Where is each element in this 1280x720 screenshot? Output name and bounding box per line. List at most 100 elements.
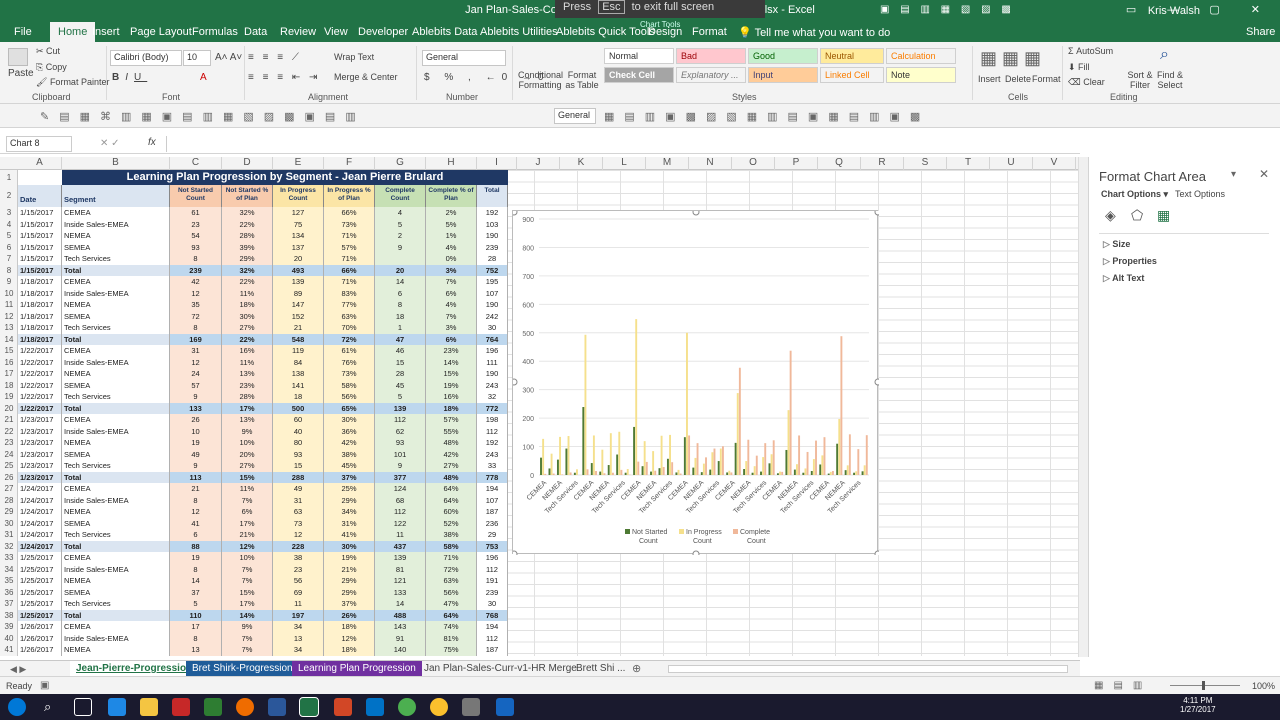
chart-bar[interactable] <box>573 472 576 475</box>
table-cell[interactable]: 38% <box>426 529 477 541</box>
table-cell[interactable]: 26 <box>170 414 222 426</box>
table-cell[interactable]: 239 <box>477 586 508 598</box>
app-icon-red[interactable] <box>172 698 190 716</box>
table-cell[interactable]: 71% <box>324 253 375 265</box>
table-cell[interactable]: 34% <box>324 506 375 518</box>
table-cell[interactable]: 73 <box>273 517 324 529</box>
table-cell[interactable]: SEMEA <box>62 517 170 529</box>
table-cell[interactable]: 46 <box>375 345 426 357</box>
row-header[interactable]: 3 <box>0 207 18 219</box>
tab-home[interactable]: Home <box>50 22 96 42</box>
table-cell[interactable]: 27% <box>426 460 477 472</box>
table-cell[interactable]: 63% <box>426 575 477 587</box>
table-cell[interactable]: Total <box>62 540 170 552</box>
table-cell[interactable]: 192 <box>477 437 508 449</box>
table-cell[interactable]: 66% <box>324 207 375 219</box>
column-header-r[interactable]: R <box>861 157 904 170</box>
row-header[interactable]: 16 <box>0 357 18 369</box>
tab-format[interactable]: Format <box>692 26 727 38</box>
table-cell[interactable]: 81 <box>375 563 426 575</box>
horizontal-scrollbar[interactable] <box>668 665 1068 673</box>
chart-bar[interactable] <box>734 442 737 475</box>
table-cell[interactable]: 1/23/2017 <box>18 448 62 460</box>
row-header[interactable]: 36 <box>0 587 18 599</box>
chart-bar[interactable] <box>768 463 771 475</box>
table-cell[interactable]: 58% <box>426 540 477 552</box>
chart-bar[interactable] <box>576 469 578 475</box>
table-cell[interactable]: 8 <box>375 299 426 311</box>
chart-bar[interactable] <box>654 470 657 475</box>
column-header-h[interactable]: H <box>426 157 477 170</box>
column-header-e[interactable]: E <box>273 157 324 170</box>
table-cell[interactable]: 112 <box>477 563 508 575</box>
table-cell[interactable]: 42 <box>170 276 222 288</box>
column-header-u[interactable]: U <box>990 157 1033 170</box>
chart-bar[interactable] <box>728 470 731 475</box>
row-header[interactable]: 40 <box>0 633 18 645</box>
column-header-n[interactable]: N <box>689 157 732 170</box>
table-cell[interactable]: 1/22/2017 <box>18 402 62 414</box>
chart-bar[interactable] <box>829 471 832 475</box>
table-cell[interactable]: 6 <box>375 287 426 299</box>
table-cell[interactable]: 110 <box>170 609 222 621</box>
chart-bar[interactable] <box>658 468 661 475</box>
table-cell[interactable]: 71% <box>426 552 477 564</box>
table-cell[interactable]: 1/15/2017 <box>18 264 62 276</box>
table-cell[interactable]: 1/15/2017 <box>18 230 62 242</box>
column-header-c[interactable]: C <box>170 157 222 170</box>
table-cell[interactable]: 191 <box>477 575 508 587</box>
table-cell[interactable]: 12 <box>170 506 222 518</box>
table-cell[interactable]: Total <box>62 471 170 483</box>
table-cell[interactable]: 1/26/2017 <box>18 644 62 656</box>
table-cell[interactable]: 17 <box>170 621 222 633</box>
table-cell[interactable]: 28% <box>222 230 273 242</box>
table-cell[interactable]: 18 <box>273 391 324 403</box>
column-header-q[interactable]: Q <box>818 157 861 170</box>
table-cell[interactable]: 52% <box>426 517 477 529</box>
table-cell[interactable]: 9 <box>170 460 222 472</box>
table-cell[interactable]: 768 <box>477 609 508 621</box>
table-cell[interactable]: CEMEA <box>62 621 170 633</box>
tab-data[interactable]: Data <box>244 26 267 38</box>
row-header[interactable]: 30 <box>0 518 18 530</box>
table-cell[interactable]: 152 <box>273 310 324 322</box>
column-header-b[interactable]: B <box>62 157 170 170</box>
chart-bar[interactable] <box>609 433 612 475</box>
table-cell[interactable]: 21% <box>222 529 273 541</box>
table-cell[interactable]: 772 <box>477 402 508 414</box>
row-header[interactable]: 4 <box>0 219 18 231</box>
table-cell[interactable]: 14% <box>426 356 477 368</box>
app-icon-gray[interactable] <box>462 698 480 716</box>
table-cell[interactable]: 1/18/2017 <box>18 299 62 311</box>
table-cell[interactable]: 28 <box>477 253 508 265</box>
start-icon[interactable] <box>8 698 26 716</box>
table-cell[interactable]: 239 <box>170 264 222 276</box>
table-cell[interactable]: 23 <box>170 218 222 230</box>
chart-bar[interactable] <box>815 440 817 475</box>
row-header[interactable]: 38 <box>0 610 18 622</box>
table-cell[interactable]: 1/15/2017 <box>18 207 62 219</box>
table-cell[interactable]: 187 <box>477 644 508 656</box>
table-header-cell[interactable]: In Progress % of Plan <box>324 185 375 207</box>
row-header[interactable]: 26 <box>0 472 18 484</box>
table-cell[interactable]: 57 <box>170 379 222 391</box>
chart-bar[interactable] <box>810 471 813 475</box>
table-cell[interactable]: 15% <box>222 471 273 483</box>
table-cell[interactable]: 27% <box>222 460 273 472</box>
table-cell[interactable]: 1/24/2017 <box>18 506 62 518</box>
table-cell[interactable]: 25% <box>324 483 375 495</box>
chart-bar[interactable] <box>857 449 860 475</box>
table-cell[interactable]: 124 <box>375 483 426 495</box>
table-cell[interactable]: 113 <box>170 471 222 483</box>
insert-cells-button[interactable]: Insert <box>978 74 1001 84</box>
table-cell[interactable]: 15 <box>273 460 324 472</box>
table-cell[interactable]: 112 <box>477 425 508 437</box>
paste-button[interactable]: Paste <box>8 68 34 79</box>
chart-bar[interactable] <box>686 332 688 475</box>
table-cell[interactable]: 22% <box>222 218 273 230</box>
table-cell[interactable]: 18% <box>324 621 375 633</box>
table-cell[interactable]: 32% <box>222 207 273 219</box>
table-cell[interactable]: 15% <box>222 586 273 598</box>
chart-bar[interactable] <box>683 437 686 475</box>
table-cell[interactable]: Total <box>62 402 170 414</box>
